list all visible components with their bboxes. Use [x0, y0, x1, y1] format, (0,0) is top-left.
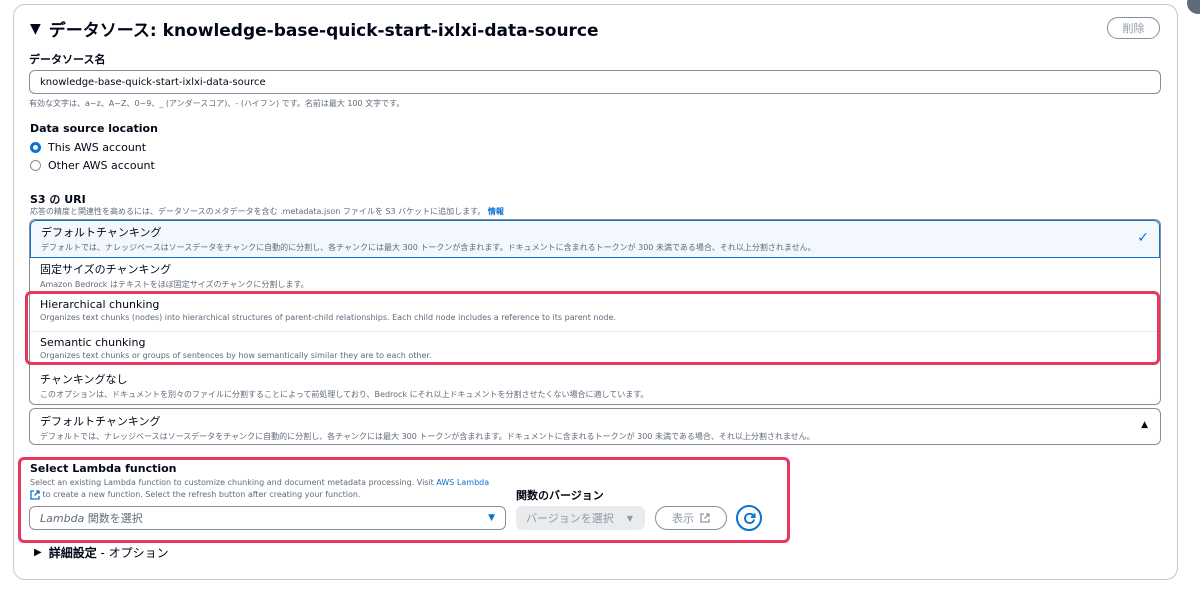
advanced-label-rest: - オプション	[96, 546, 169, 560]
s3-hint: 応答の精度と関連性を高めるには、データソースのメタデータを含む .metadat…	[30, 206, 504, 217]
show-label: 表示	[672, 512, 694, 525]
radio-unchecked-icon[interactable]	[30, 160, 41, 171]
placeholder-italic: Lambda	[40, 512, 85, 525]
advanced-label-bold: 詳細設定	[48, 546, 97, 560]
data-source-name-input[interactable]: knowledge-base-quick-start-ixlxi-data-so…	[29, 70, 1161, 94]
option-fixed-size-chunking[interactable]: 固定サイズのチャンキング Amazon Bedrock はテキストをほぼ固定サイ…	[30, 258, 1160, 292]
location-label: Data source location	[30, 122, 158, 135]
version-placeholder: バージョンを選択	[526, 512, 614, 525]
advanced-label: 詳細設定 - オプション	[49, 544, 169, 561]
caret-right-icon: ▶	[34, 547, 42, 558]
chunking-select[interactable]: デフォルトチャンキング デフォルトでは、ナレッジベースはソースデータをチャンクに…	[29, 408, 1161, 445]
caret-down-icon: ▼	[30, 20, 41, 37]
lambda-desc-text-2: to create a new function. Select the ref…	[42, 490, 361, 499]
highlight-annotation-chunking	[25, 291, 1160, 365]
refresh-button[interactable]	[736, 505, 762, 531]
advanced-settings-toggle[interactable]: ▶ 詳細設定 - オプション	[34, 544, 169, 561]
option-desc: デフォルトでは、ナレッジベースはソースデータをチャンクに自動的に分割し、各チャン…	[41, 243, 816, 252]
page-title: データソース: knowledge-base-quick-start-ixlxi…	[48, 21, 599, 41]
option-desc: このオプションは、ドキュメントを別々のファイルに分割することによって前処理してお…	[40, 390, 649, 399]
option-default-chunking[interactable]: デフォルトチャンキング デフォルトでは、ナレッジベースはソースデータをチャンクに…	[30, 220, 1160, 258]
avatar[interactable]	[1187, 0, 1200, 14]
radio-checked-icon[interactable]	[30, 142, 41, 153]
section-header[interactable]: ▼ データソース: knowledge-base-quick-start-ixl…	[30, 16, 599, 41]
option-desc: Amazon Bedrock はテキストをほぼ固定サイズのチャンクに分割します。	[40, 280, 309, 289]
caret-up-icon: ▲	[1141, 420, 1148, 430]
version-select[interactable]: バージョンを選択 ▼	[516, 506, 645, 530]
caret-down-icon: ▼	[488, 513, 495, 523]
lambda-label: Select Lambda function	[30, 462, 177, 475]
select-title: デフォルトチャンキング	[40, 415, 161, 428]
lambda-placeholder: Lambda 関数を選択	[40, 510, 143, 526]
placeholder-rest: 関数を選択	[84, 512, 143, 525]
radio-label: Other AWS account	[48, 159, 155, 172]
select-desc: デフォルトでは、ナレッジベースはソースデータをチャンクに自動的に分割し、各チャン…	[40, 432, 815, 441]
refresh-icon	[743, 512, 756, 524]
radio-label: This AWS account	[48, 141, 147, 154]
lambda-description: Select an existing Lambda function to cu…	[30, 477, 500, 501]
option-title: チャンキングなし	[40, 373, 128, 386]
name-label: データソース名	[29, 53, 106, 66]
show-button[interactable]: 表示	[655, 506, 727, 530]
radio-this-account[interactable]: This AWS account	[30, 141, 146, 154]
aws-lambda-link-text: AWS Lambda	[436, 478, 490, 487]
external-link-icon	[700, 513, 710, 523]
info-link[interactable]: 情報	[488, 207, 504, 216]
external-link-icon	[30, 489, 40, 500]
name-hint: 有効な文字は、a~z、A~Z、0~9、_ (アンダースコア)、- (ハイフン) …	[29, 99, 405, 108]
check-icon: ✓	[1137, 230, 1149, 246]
s3-hint-text: 応答の精度と関連性を高めるには、データソースのメタデータを含む .metadat…	[30, 207, 486, 216]
s3-uri-label: S3 の URI	[30, 193, 86, 206]
lambda-desc-text: Select an existing Lambda function to cu…	[30, 478, 434, 487]
radio-other-account[interactable]: Other AWS account	[30, 159, 155, 172]
version-label: 関数のバージョン	[516, 489, 604, 502]
option-title: デフォルトチャンキング	[41, 226, 162, 239]
option-no-chunking[interactable]: チャンキングなし このオプションは、ドキュメントを別々のファイルに分割することに…	[30, 369, 1160, 404]
lambda-function-select[interactable]: Lambda 関数を選択 ▼	[29, 506, 506, 530]
delete-button[interactable]: 削除	[1107, 17, 1160, 39]
caret-down-icon: ▼	[626, 513, 633, 523]
name-input-value: knowledge-base-quick-start-ixlxi-data-so…	[40, 76, 266, 88]
option-title: 固定サイズのチャンキング	[40, 263, 172, 276]
